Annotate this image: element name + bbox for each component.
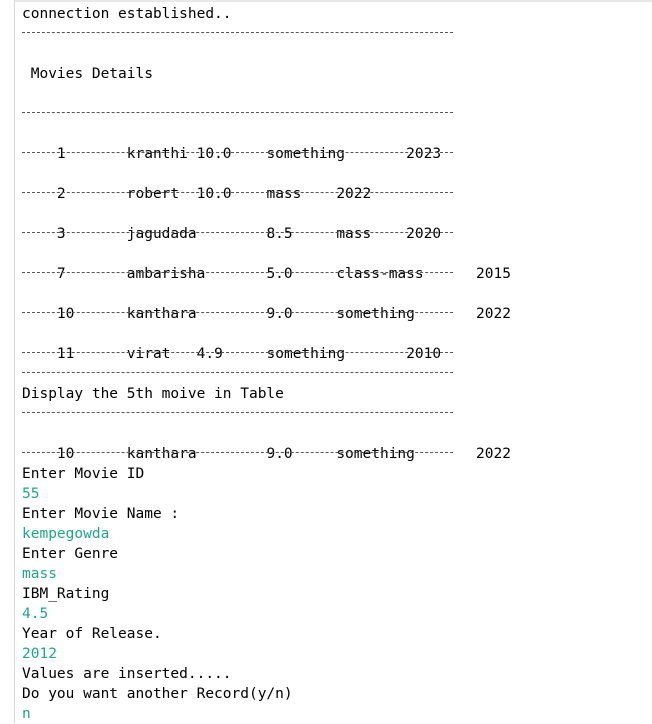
separator xyxy=(22,304,647,324)
section-title: Movies Details xyxy=(22,66,153,82)
prompt-rating: IBM_Rating xyxy=(22,586,110,602)
movie-row: 7 ambarisha 5.0 class-mass 2015 xyxy=(22,244,647,282)
movie-row: 10 kanthara 9.0 something 2022 xyxy=(22,284,647,322)
inserted-message: Values are inserted..... xyxy=(22,666,232,682)
separator xyxy=(22,404,647,424)
prompt-movie-id: Enter Movie ID xyxy=(22,466,145,482)
separator xyxy=(22,364,647,384)
input-year[interactable]: 2012 xyxy=(22,644,647,664)
window-top-edge xyxy=(15,0,652,2)
input-rating[interactable]: 4.5 xyxy=(22,604,647,624)
editor-gutter xyxy=(0,0,15,723)
prompt-genre: Enter Genre xyxy=(22,546,119,562)
separator xyxy=(22,144,647,164)
prompt-movie-name: Enter Movie Name : xyxy=(22,506,180,522)
input-movie-name[interactable]: kempegowda xyxy=(22,524,647,544)
movie-row: 3 jagudada 8.5 mass 2020 xyxy=(22,204,647,242)
status-line: connection established.. xyxy=(22,6,232,22)
separator xyxy=(22,444,647,464)
fifth-movie-title: Display the 5th moive in Table xyxy=(22,386,284,402)
prompt-another-record: Do you want another Record(y/n) xyxy=(22,686,293,702)
movie-row: 11 virat 4.9 something 2010 xyxy=(22,324,647,362)
fifth-movie-row: 10 kanthara 9.0 something 2022 xyxy=(22,424,647,462)
separator xyxy=(22,104,647,124)
separator xyxy=(22,184,647,204)
movie-row: 1 kranthi 10.0 something 2023 xyxy=(22,124,647,162)
input-movie-id[interactable]: 55 xyxy=(22,484,647,504)
console-output[interactable]: connection established.. Movies Details … xyxy=(22,4,647,724)
separator xyxy=(22,264,647,284)
prompt-year: Year of Release. xyxy=(22,626,162,642)
separator xyxy=(22,224,647,244)
movie-row: 2 robert 10.0 mass 2022 xyxy=(22,164,647,202)
input-genre[interactable]: mass xyxy=(22,564,647,584)
separator xyxy=(22,344,647,364)
separator xyxy=(22,24,647,44)
input-another-record[interactable]: n xyxy=(22,704,647,724)
